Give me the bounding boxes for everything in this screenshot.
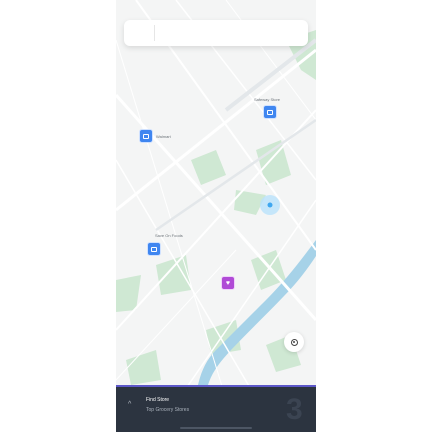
store-count: 3 [286,393,303,426]
store-pin-walmart[interactable] [139,129,153,143]
store-label-save-on-foods: Save On Foods [155,233,183,238]
locate-me-button[interactable] [284,332,304,352]
phone-screen: Safeway Store Walmart Save On Foods ♥ ^ … [116,0,316,432]
store-pin-save-on-foods[interactable] [147,242,161,256]
store-panel[interactable]: ^ Find Store Top Grocery Stores 3 [116,385,316,432]
screen: Safeway Store Walmart Save On Foods ♥ ^ … [0,0,432,432]
favorite-store-pin[interactable]: ♥ [221,276,235,290]
panel-drag-handle[interactable] [180,427,252,429]
store-label-safeway: Safeway Store [254,97,281,102]
store-icon [143,133,149,139]
locate-icon [290,338,298,346]
store-icon [151,246,157,252]
panel-title: Find Store [146,397,170,403]
heart-icon: ♥ [225,279,231,287]
search-input[interactable] [160,24,300,42]
chevron-up-icon[interactable]: ^ [128,401,131,408]
store-label-walmart: Walmart [156,134,171,139]
search-bar[interactable] [124,20,308,46]
panel-subtitle: Top Grocery Stores [146,407,190,413]
map-view[interactable] [116,0,316,432]
store-icon [267,109,273,115]
store-pin-safeway[interactable] [263,105,277,119]
current-location-dot [267,202,273,208]
search-divider [154,25,155,41]
